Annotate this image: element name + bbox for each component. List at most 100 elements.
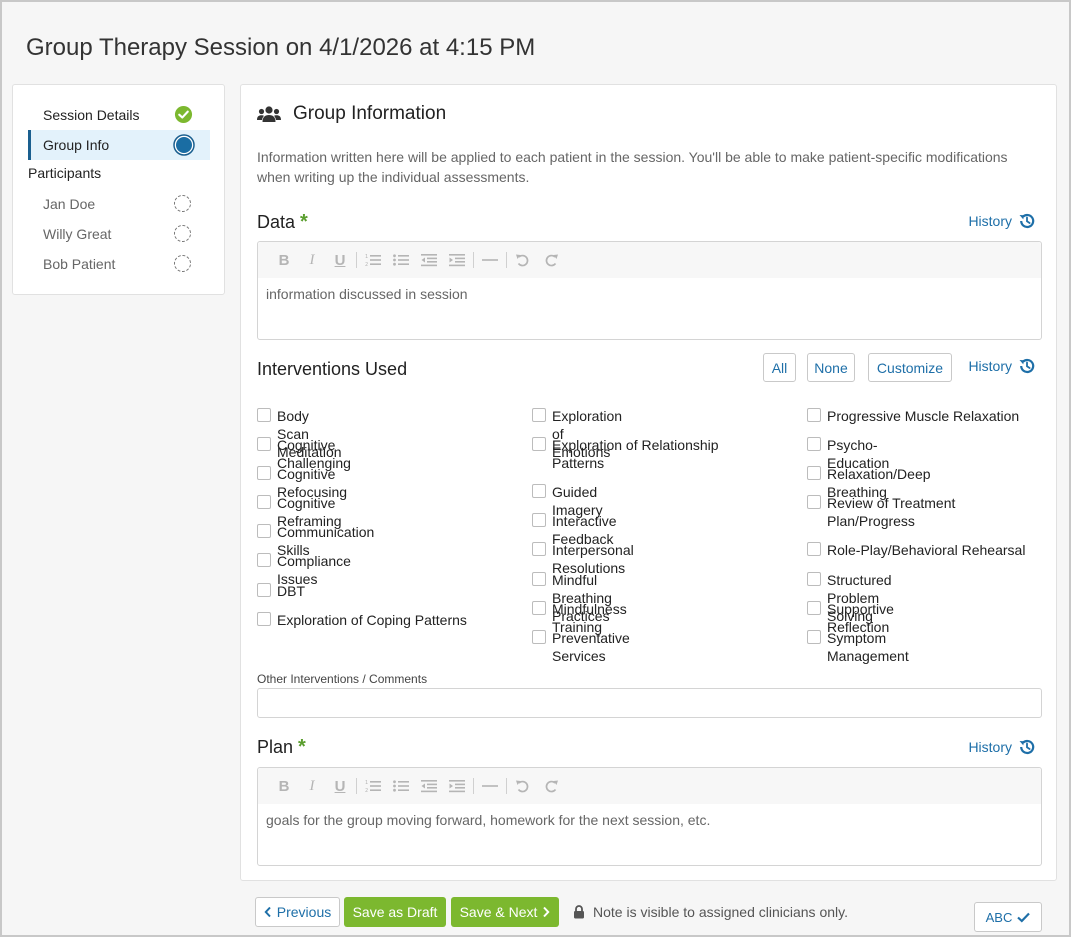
checkbox[interactable] — [257, 437, 271, 451]
horizontal-rule-icon[interactable] — [476, 776, 504, 796]
underline-icon[interactable]: U — [326, 776, 354, 796]
bullet-list-icon[interactable] — [387, 250, 415, 270]
outdent-icon[interactable] — [415, 250, 443, 270]
checkbox[interactable] — [532, 572, 546, 586]
intervention-label: Role-Play/Behavioral Rehearsal — [827, 542, 1026, 558]
lock-icon — [574, 905, 584, 919]
participant-name: Jan Doe — [43, 196, 96, 212]
checkbox[interactable] — [532, 484, 546, 498]
svg-text:2: 2 — [365, 262, 368, 267]
sidebar: Session Details Group Info Participants … — [12, 84, 225, 295]
undo-icon[interactable] — [509, 250, 537, 270]
intervention-label: Exploration of Coping Patterns — [277, 612, 467, 628]
sidebar-item-label: Group Info — [43, 137, 110, 153]
participant-name: Bob Patient — [43, 256, 116, 272]
sidebar-item-session-details[interactable]: Session Details — [28, 100, 210, 130]
ordered-list-icon[interactable]: 12 — [359, 250, 387, 270]
redo-icon[interactable] — [537, 776, 565, 796]
other-interventions-label: Other Interventions / Comments — [257, 672, 428, 686]
checkbox[interactable] — [807, 601, 821, 615]
intervention-checkbox[interactable]: Preventative Services — [532, 629, 630, 665]
select-all-button[interactable]: All — [763, 353, 796, 382]
intervention-checkbox[interactable]: Progressive Muscle Relaxation — [807, 407, 1042, 425]
checkbox[interactable] — [807, 437, 821, 451]
outdent-icon[interactable] — [415, 776, 443, 796]
intervention-checkbox[interactable]: Symptom Management — [807, 629, 909, 665]
sidebar-item-participant[interactable]: Willy Great — [28, 219, 210, 249]
checkbox[interactable] — [807, 495, 821, 509]
checkbox[interactable] — [807, 542, 821, 556]
plan-editor[interactable]: B I U 12 goals for the group moving forw… — [257, 767, 1042, 866]
checkbox[interactable] — [532, 630, 546, 644]
checkbox[interactable] — [532, 513, 546, 527]
participant-name: Willy Great — [43, 226, 112, 242]
checkbox[interactable] — [257, 553, 271, 567]
select-none-button[interactable]: None — [807, 353, 855, 382]
sidebar-item-participant[interactable]: Jan Doe — [28, 189, 210, 219]
spellcheck-label: ABC — [985, 909, 1013, 925]
bold-icon[interactable]: B — [270, 250, 298, 270]
redo-icon[interactable] — [537, 250, 565, 270]
underline-icon[interactable]: U — [326, 250, 354, 270]
indent-icon[interactable] — [443, 776, 471, 796]
previous-button[interactable]: Previous — [255, 897, 340, 927]
intervention-checkbox[interactable]: Review of Treatment Plan/Progress — [807, 494, 977, 530]
interventions-label: Interventions Used — [257, 359, 408, 379]
app-frame: Group Therapy Session on 4/1/2026 at 4:1… — [0, 0, 1071, 937]
checkbox[interactable] — [807, 408, 821, 422]
bullet-list-icon[interactable] — [387, 776, 415, 796]
intervention-checkbox[interactable]: Role-Play/Behavioral Rehearsal — [807, 541, 1042, 559]
plan-editor-text[interactable]: goals for the group moving forward, home… — [258, 804, 1041, 836]
users-icon — [257, 106, 281, 122]
required-mark: * — [300, 211, 308, 233]
checkbox[interactable] — [257, 495, 271, 509]
checkbox[interactable] — [257, 524, 271, 538]
toolbar-divider — [356, 252, 357, 268]
italic-icon[interactable]: I — [298, 250, 326, 270]
save-next-label: Save & Next — [459, 904, 538, 920]
intervention-checkbox[interactable]: Exploration of Coping Patterns — [257, 611, 487, 629]
plan-label: Plan * — [257, 736, 306, 759]
intervention-checkbox[interactable]: Exploration of Relationship Patterns — [532, 436, 732, 472]
participants-heading: Participants — [28, 165, 102, 181]
svg-text:1: 1 — [365, 780, 368, 786]
data-editor-text[interactable]: information discussed in session — [258, 278, 1041, 310]
section-header: Group Information — [257, 103, 446, 125]
italic-icon[interactable]: I — [298, 776, 326, 796]
checkbox[interactable] — [532, 437, 546, 451]
customize-button[interactable]: Customize — [868, 353, 952, 382]
spellcheck-button[interactable]: ABC — [974, 902, 1042, 932]
checkbox[interactable] — [532, 601, 546, 615]
checkbox[interactable] — [807, 572, 821, 586]
indent-icon[interactable] — [443, 250, 471, 270]
editor-toolbar: B I U 12 — [258, 242, 1041, 278]
sidebar-item-group-info[interactable]: Group Info — [28, 130, 210, 160]
data-editor[interactable]: B I U 12 information discussed in sessio… — [257, 241, 1042, 340]
other-interventions-input[interactable] — [257, 688, 1042, 718]
section-title: Group Information — [293, 103, 447, 124]
bold-icon[interactable]: B — [270, 776, 298, 796]
intervention-label: Preventative Services — [552, 630, 630, 664]
visibility-note-text: Note is visible to assigned clinicians o… — [593, 904, 848, 920]
horizontal-rule-icon[interactable] — [476, 250, 504, 270]
save-and-next-button[interactable]: Save & Next — [451, 897, 559, 927]
interventions-history-link[interactable]: History — [968, 357, 1036, 375]
checkbox[interactable] — [257, 612, 271, 626]
sidebar-item-participant[interactable]: Bob Patient — [28, 249, 210, 279]
ordered-list-icon[interactable]: 12 — [359, 776, 387, 796]
checkbox[interactable] — [532, 408, 546, 422]
checkbox[interactable] — [807, 466, 821, 480]
checkbox[interactable] — [532, 542, 546, 556]
save-as-draft-button[interactable]: Save as Draft — [344, 897, 446, 927]
checkbox[interactable] — [257, 583, 271, 597]
intervention-checkbox[interactable]: DBT — [257, 582, 305, 600]
checkbox[interactable] — [257, 466, 271, 480]
svg-text:2: 2 — [365, 788, 368, 793]
checkbox[interactable] — [257, 408, 271, 422]
plan-history-link[interactable]: History — [968, 738, 1036, 756]
data-history-link[interactable]: History — [968, 212, 1036, 230]
pending-circle-icon — [174, 225, 193, 244]
checkbox[interactable] — [807, 630, 821, 644]
current-step-icon — [173, 134, 195, 156]
undo-icon[interactable] — [509, 776, 537, 796]
